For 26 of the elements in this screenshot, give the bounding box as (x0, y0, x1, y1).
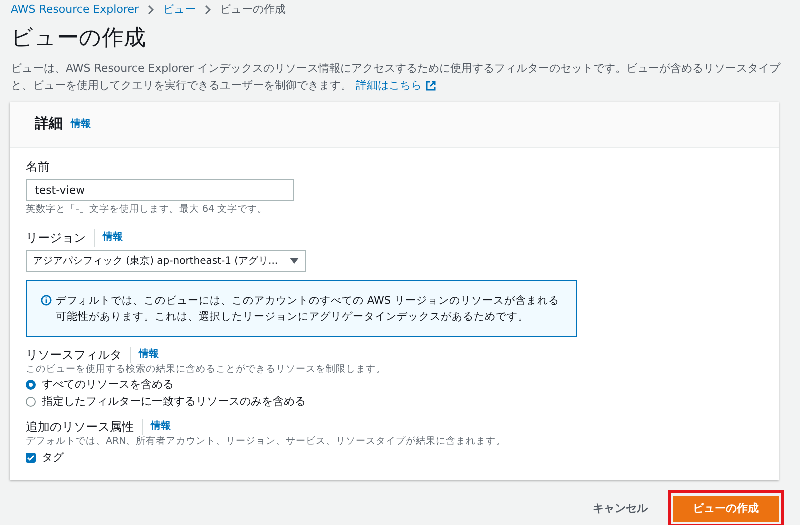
breadcrumb-current: ビューの作成 (220, 2, 286, 18)
checkbox-label: タグ (42, 450, 64, 466)
info-link[interactable]: 情報 (71, 117, 91, 132)
learn-more-link[interactable]: 詳細はこちら (356, 77, 436, 94)
field-description: デフォルトでは、ARN、所有者アカウント、リージョン、サービス、リソースタイプが結果に含まれます。 (26, 435, 508, 448)
name-input[interactable]: test-view (26, 179, 294, 201)
cancel-button[interactable]: キャンセル (583, 496, 658, 522)
radio-label: 指定したフィルターに一致するリソースのみを含める (42, 394, 306, 410)
breadcrumb-link[interactable]: AWS Resource Explorer (11, 2, 140, 18)
breadcrumb-link[interactable]: ビュー (163, 2, 196, 18)
info-link[interactable]: 情報 (142, 419, 171, 436)
card-title: 詳細 (35, 115, 63, 134)
page-description: ビューは、AWS Resource Explorer インデックスのリソース情報にアクセスするために使用するフィルターのセットです。ビューが含めるリソースタイプと、ビューを使用してクエリを実行できるユーザーを制御できます。 詳細はこちら (11, 61, 782, 94)
page-title: ビューの作成 (11, 25, 147, 53)
field-label: 名前 (26, 159, 51, 176)
info-link[interactable]: 情報 (94, 229, 123, 248)
region-select[interactable]: アジアパシフィック (東京) ap-northeast-1 (アグリ... (26, 250, 306, 272)
create-view-button[interactable]: ビューの作成 (673, 496, 779, 522)
alert-text: デフォルトでは、このビューには、このアカウントのすべての AWS リージョンのリソースが含まれる可能性があります。これは、選択したリージョンにアグリゲータインデックスがあるためです。 (56, 294, 560, 326)
field-hint: 英数字と「-」文字を使用します。最大 64 文字です。 (26, 203, 269, 217)
field-description: このビューを使用する検索の結果に含めることができるリソースを制限します。 (26, 363, 387, 376)
field-label: 追加のリソース属性 (26, 419, 134, 436)
info-link[interactable]: 情報 (130, 347, 159, 364)
field-label: リージョン (26, 230, 86, 248)
field-label: リソースフィルタ (26, 347, 122, 364)
radio-label: すべてのリソースを含める (42, 376, 174, 392)
